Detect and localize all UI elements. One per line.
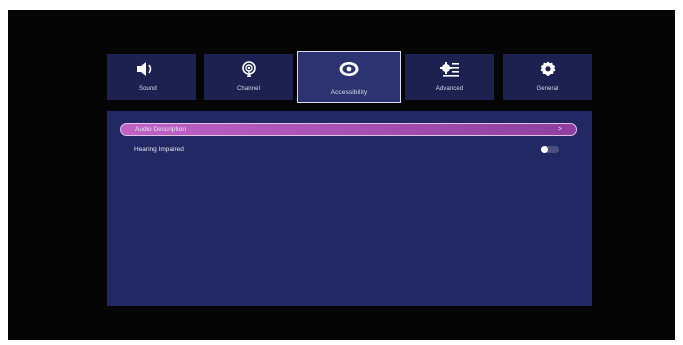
chevron-right-icon: > xyxy=(557,126,562,133)
tab-sound[interactable]: Sound xyxy=(107,54,196,100)
audio-description-label: Audio Description xyxy=(135,126,186,133)
tab-general-label: General xyxy=(536,86,559,92)
hearing-impaired-label: Hearing Impaired xyxy=(134,146,184,153)
tab-accessibility-label: Accessibility xyxy=(330,89,368,96)
tab-accessibility[interactable]: Accessibility xyxy=(297,51,401,103)
antenna-icon xyxy=(241,61,257,77)
gear-icon xyxy=(540,61,556,77)
advanced-settings-icon xyxy=(439,61,460,77)
tab-channel-label: Channel xyxy=(236,86,261,92)
hearing-impaired-item[interactable]: Hearing Impaired xyxy=(120,143,577,156)
toggle-knob xyxy=(541,146,548,153)
audio-description-item[interactable]: Audio Description > xyxy=(120,123,577,136)
tab-advanced-label: Advanced xyxy=(435,86,464,92)
tab-advanced[interactable]: Advanced xyxy=(405,54,494,100)
tab-general[interactable]: General xyxy=(503,54,592,100)
eye-icon xyxy=(338,61,360,77)
hearing-impaired-toggle[interactable] xyxy=(541,146,559,153)
speaker-icon xyxy=(135,61,157,77)
settings-tab-bar: Sound Channel Accessibility Advanced Gen… xyxy=(107,51,592,103)
accessibility-settings-panel: Audio Description > Hearing Impaired xyxy=(107,111,592,306)
tab-channel[interactable]: Channel xyxy=(204,54,293,100)
tab-sound-label: Sound xyxy=(139,86,157,92)
